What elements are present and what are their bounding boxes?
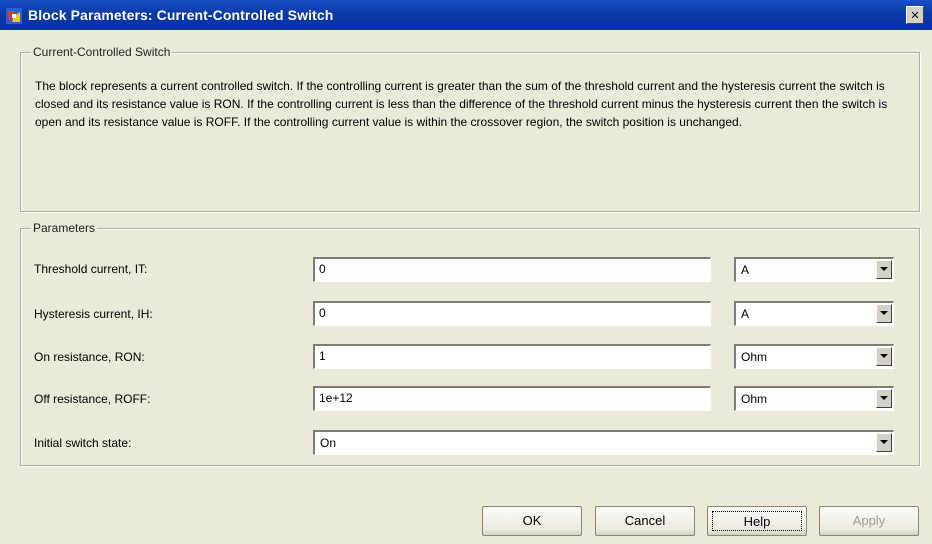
on-resistance-unit: Ohm xyxy=(741,350,768,364)
chevron-down-icon[interactable] xyxy=(876,260,892,279)
off-resistance-value: 1e+12 xyxy=(319,391,353,405)
threshold-current-unit: A xyxy=(741,263,750,277)
chevron-down-icon[interactable] xyxy=(876,304,892,323)
hysteresis-current-value: 0 xyxy=(319,306,326,320)
off-resistance-unit-select[interactable]: Ohm xyxy=(734,386,894,411)
simulink-block-icon xyxy=(6,8,22,24)
chevron-down-icon[interactable] xyxy=(876,389,892,408)
off-resistance-input[interactable]: 1e+12 xyxy=(313,386,711,411)
on-resistance-value: 1 xyxy=(319,349,326,363)
initial-switch-state-value: On xyxy=(320,436,337,450)
initial-switch-state-select[interactable]: On xyxy=(313,430,894,455)
hysteresis-current-input[interactable]: 0 xyxy=(313,301,711,326)
block-description: The block represents a current controlle… xyxy=(35,79,888,129)
threshold-current-label: Threshold current, IT: xyxy=(34,262,148,276)
initial-switch-state-label: Initial switch state: xyxy=(34,436,132,450)
on-resistance-unit-select[interactable]: Ohm xyxy=(734,344,894,369)
cancel-button[interactable]: Cancel xyxy=(595,506,695,536)
off-resistance-unit: Ohm xyxy=(741,392,768,406)
parameters-group-legend: Parameters xyxy=(31,221,98,235)
ok-button-label: OK xyxy=(522,513,542,528)
close-icon: ✕ xyxy=(910,8,920,22)
cancel-button-label: Cancel xyxy=(624,513,666,528)
threshold-current-input[interactable]: 0 xyxy=(313,257,711,282)
hysteresis-current-unit-select[interactable]: A xyxy=(734,301,894,326)
window-title: Block Parameters: Current-Controlled Swi… xyxy=(28,7,334,23)
description-group: Current-Controlled Switch The block repr… xyxy=(20,45,920,212)
hysteresis-current-label: Hysteresis current, IH: xyxy=(34,307,153,321)
chevron-down-icon[interactable] xyxy=(876,347,892,366)
help-button[interactable]: Help xyxy=(707,506,807,536)
hysteresis-current-unit: A xyxy=(741,307,750,321)
help-button-label: Help xyxy=(743,514,771,529)
title-bar[interactable]: Block Parameters: Current-Controlled Swi… xyxy=(0,0,932,30)
threshold-current-value: 0 xyxy=(319,262,326,276)
threshold-current-unit-select[interactable]: A xyxy=(734,257,894,282)
description-group-legend: Current-Controlled Switch xyxy=(31,45,173,59)
close-button[interactable]: ✕ xyxy=(906,6,924,24)
ok-button[interactable]: OK xyxy=(482,506,582,536)
on-resistance-label: On resistance, RON: xyxy=(34,350,145,364)
off-resistance-label: Off resistance, ROFF: xyxy=(34,392,151,406)
apply-button-label: Apply xyxy=(852,513,886,528)
chevron-down-icon[interactable] xyxy=(876,433,892,452)
on-resistance-input[interactable]: 1 xyxy=(313,344,711,369)
apply-button: Apply xyxy=(819,506,919,536)
